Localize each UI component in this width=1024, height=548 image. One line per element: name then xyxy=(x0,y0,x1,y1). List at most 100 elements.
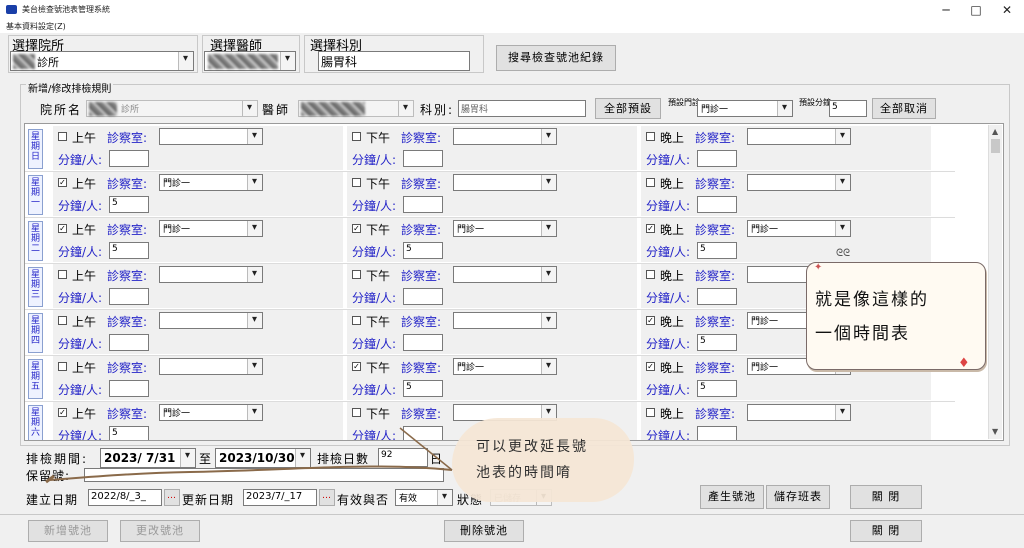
room-select[interactable] xyxy=(159,358,263,375)
minutes-field[interactable] xyxy=(403,334,443,351)
slot-checkbox[interactable]: ✓ xyxy=(58,408,67,417)
slot-checkbox[interactable] xyxy=(352,178,361,187)
slot-checkbox[interactable] xyxy=(646,132,655,141)
close-form-button[interactable]: 關 閉 xyxy=(850,485,922,509)
chevron-down-icon[interactable] xyxy=(247,313,262,328)
chevron-down-icon[interactable] xyxy=(541,313,556,328)
minutes-field[interactable] xyxy=(403,288,443,305)
day-tab-0[interactable]: 星期日 xyxy=(28,129,43,169)
slot-checkbox[interactable] xyxy=(646,178,655,187)
slot-checkbox[interactable] xyxy=(58,362,67,371)
room-select[interactable] xyxy=(747,404,851,421)
slot-checkbox[interactable] xyxy=(352,316,361,325)
room-select[interactable]: 門診一 xyxy=(159,404,263,421)
slot-checkbox[interactable]: ✓ xyxy=(58,224,67,233)
slot-checkbox[interactable]: ✓ xyxy=(58,178,67,187)
preset-all-button[interactable]: 全部預設 xyxy=(595,98,661,119)
room-select[interactable]: 門診一 xyxy=(453,220,557,237)
chevron-down-icon[interactable] xyxy=(247,175,262,190)
chevron-down-icon[interactable] xyxy=(835,175,850,190)
room-select[interactable] xyxy=(747,174,851,191)
slot-checkbox[interactable] xyxy=(58,270,67,279)
minutes-field[interactable]: 5 xyxy=(403,242,443,259)
minutes-field[interactable]: 5 xyxy=(697,380,737,397)
scroll-up-icon[interactable]: ▲ xyxy=(992,127,998,136)
slot-checkbox[interactable] xyxy=(58,316,67,325)
preset-room-select[interactable]: 門診一 xyxy=(697,100,793,117)
slot-checkbox[interactable]: ✓ xyxy=(646,316,655,325)
room-select[interactable]: 門診一 xyxy=(747,220,851,237)
slot-checkbox[interactable] xyxy=(352,132,361,141)
slot-checkbox[interactable] xyxy=(58,132,67,141)
save-schedule-button[interactable]: 儲存班表 xyxy=(766,485,830,509)
slot-checkbox[interactable] xyxy=(646,270,655,279)
generate-pool-button[interactable]: 產生號池 xyxy=(700,485,764,509)
delete-pool-button[interactable]: 刪除號池 xyxy=(444,520,524,542)
menu-basic-settings[interactable]: 基本資料設定(Z) xyxy=(6,21,66,32)
chevron-down-icon[interactable] xyxy=(835,405,850,420)
room-select[interactable]: 門診一 xyxy=(453,358,557,375)
updated-date-picker-button[interactable]: … xyxy=(319,489,335,506)
slot-checkbox[interactable] xyxy=(352,270,361,279)
chevron-down-icon[interactable] xyxy=(541,267,556,282)
room-select[interactable] xyxy=(159,312,263,329)
chevron-down-icon[interactable] xyxy=(541,221,556,236)
scroll-down-icon[interactable]: ▼ xyxy=(992,427,998,436)
slot-checkbox[interactable]: ✓ xyxy=(646,362,655,371)
slot-checkbox[interactable] xyxy=(646,408,655,417)
minutes-field[interactable] xyxy=(109,334,149,351)
hospital-select[interactable]: 診所 xyxy=(10,51,194,71)
chevron-down-icon[interactable] xyxy=(247,221,262,236)
room-select[interactable] xyxy=(159,128,263,145)
room-select[interactable] xyxy=(453,174,557,191)
chevron-down-icon[interactable] xyxy=(178,52,193,70)
slot-checkbox[interactable]: ✓ xyxy=(646,224,655,233)
minutes-field[interactable] xyxy=(697,288,737,305)
preset-minutes-field[interactable]: 5 xyxy=(829,100,867,117)
minutes-field[interactable] xyxy=(109,288,149,305)
doctor-select[interactable] xyxy=(204,51,296,71)
minutes-field[interactable]: 5 xyxy=(109,242,149,259)
day-tab-5[interactable]: 星期五 xyxy=(28,359,43,399)
chevron-down-icon[interactable] xyxy=(437,490,452,505)
minutes-field[interactable]: 5 xyxy=(403,380,443,397)
minutes-field[interactable] xyxy=(697,196,737,213)
room-select[interactable] xyxy=(747,128,851,145)
day-tab-4[interactable]: 星期四 xyxy=(28,313,43,353)
minimize-button[interactable]: ─ xyxy=(932,1,960,19)
minutes-field[interactable] xyxy=(403,196,443,213)
chevron-down-icon[interactable] xyxy=(247,359,262,374)
chevron-down-icon[interactable] xyxy=(280,52,295,70)
room-select[interactable]: 門診一 xyxy=(159,220,263,237)
slot-checkbox[interactable] xyxy=(352,408,361,417)
chevron-down-icon[interactable] xyxy=(247,405,262,420)
slot-checkbox[interactable]: ✓ xyxy=(352,362,361,371)
room-select[interactable] xyxy=(453,128,557,145)
edit-pool-button[interactable]: 更改號池 xyxy=(120,520,200,542)
search-records-button[interactable]: 搜尋檢查號池紀錄 xyxy=(496,45,616,71)
minutes-field[interactable]: 5 xyxy=(109,196,149,213)
minutes-field[interactable] xyxy=(403,150,443,167)
valid-select[interactable]: 有效 xyxy=(395,489,453,506)
room-select[interactable] xyxy=(159,266,263,283)
chevron-down-icon[interactable] xyxy=(541,129,556,144)
chevron-down-icon[interactable] xyxy=(247,129,262,144)
vertical-scrollbar[interactable]: ▲ ▼ xyxy=(988,125,1002,439)
chevron-down-icon[interactable] xyxy=(541,359,556,374)
dept-field[interactable]: 腸胃科 xyxy=(318,51,470,71)
close-main-button[interactable]: 關 閉 xyxy=(850,520,922,542)
chevron-down-icon[interactable] xyxy=(835,221,850,236)
chevron-down-icon[interactable] xyxy=(777,101,792,116)
day-tab-1[interactable]: 星期一 xyxy=(28,175,43,215)
day-tab-3[interactable]: 星期三 xyxy=(28,267,43,307)
minutes-field[interactable] xyxy=(697,150,737,167)
day-tab-2[interactable]: 星期二 xyxy=(28,221,43,261)
close-window-button[interactable]: ✕ xyxy=(993,1,1021,19)
room-select[interactable] xyxy=(453,266,557,283)
chevron-down-icon[interactable] xyxy=(247,267,262,282)
minutes-field[interactable]: 5 xyxy=(697,242,737,259)
created-date-picker-button[interactable]: … xyxy=(164,489,180,506)
room-select[interactable] xyxy=(453,312,557,329)
chevron-down-icon[interactable] xyxy=(835,129,850,144)
minutes-field[interactable] xyxy=(109,150,149,167)
